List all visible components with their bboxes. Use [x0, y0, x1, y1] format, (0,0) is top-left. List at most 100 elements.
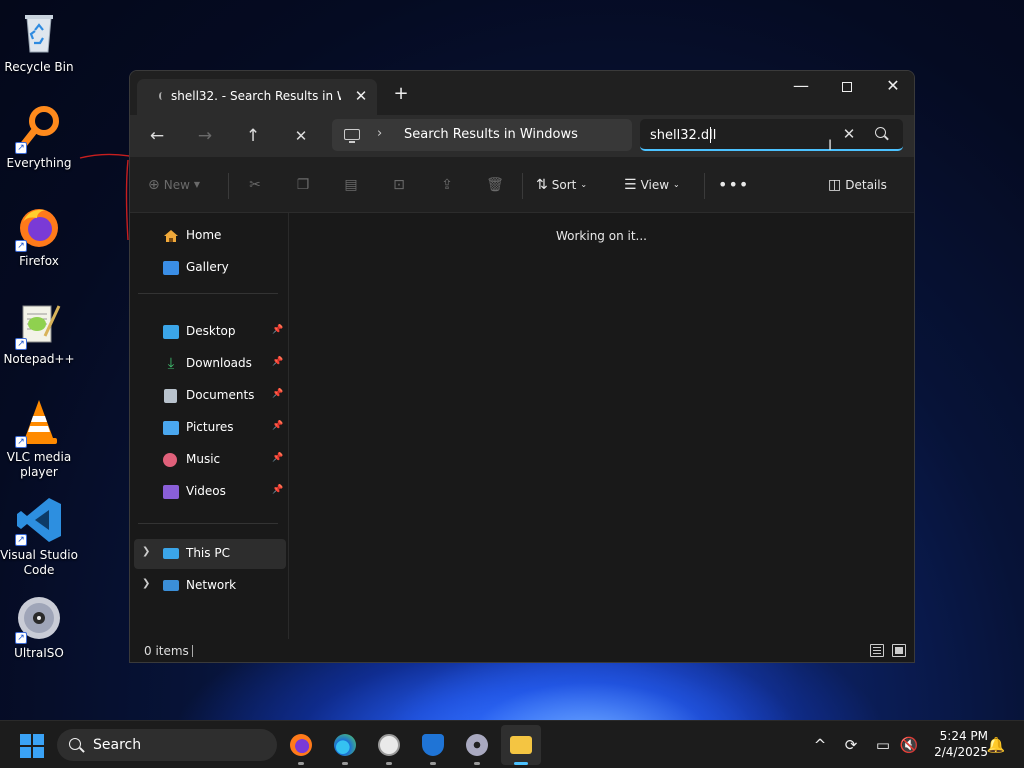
plus-circle-icon: ⊕ — [148, 177, 160, 193]
breadcrumb[interactable]: › Search Results in Windows — [332, 119, 632, 151]
desktop-icon-firefox[interactable]: ↗ Firefox — [0, 202, 78, 269]
back-button[interactable]: ← — [142, 121, 172, 151]
status-bar: 0 items — [130, 639, 914, 662]
chevron-up-icon: ^ — [813, 736, 827, 754]
new-tab-button[interactable]: + — [390, 83, 412, 105]
system-clock[interactable]: 5:24 PM 2/4/2025 — [924, 728, 988, 760]
taskbar-clock-app[interactable] — [369, 725, 409, 765]
chevron-right-icon[interactable]: ❯ — [142, 546, 150, 557]
start-button[interactable] — [20, 734, 44, 758]
taskbar: Search ^ ⟳ ▭ 🔇 5:24 PM 2/4/2025 🔔 — [0, 720, 1024, 768]
desktop-icon-recycle-bin[interactable]: Recycle Bin — [0, 8, 78, 75]
nav-item-music[interactable]: Music 📌 — [134, 445, 286, 475]
view-button[interactable]: ☰ View ⌄ — [624, 171, 680, 199]
paste-button[interactable]: ▤ — [340, 171, 362, 199]
notification-bell-icon[interactable]: 🔔 — [986, 733, 1006, 757]
desktop-icon-label: Everything — [6, 156, 72, 170]
new-button[interactable]: ⊕ New ▼ — [148, 171, 200, 199]
nav-item-downloads[interactable]: ⤓ Downloads 📌 — [134, 349, 286, 379]
large-icons-view-icon[interactable] — [892, 644, 906, 657]
desktop-icon-label: Firefox — [19, 254, 59, 268]
breadcrumb-item[interactable]: Search Results in Windows — [404, 127, 578, 142]
nav-item-desktop[interactable]: Desktop 📌 — [134, 317, 286, 347]
chevron-right-icon[interactable]: › — [377, 126, 382, 141]
toolbar-separator — [522, 173, 523, 199]
cut-button[interactable]: ✂ — [244, 171, 266, 199]
vlc-icon: ↗ — [15, 398, 63, 448]
sort-button[interactable]: ⇅ Sort ⌄ — [536, 171, 587, 199]
windows-logo-tile — [33, 734, 44, 745]
running-indicator — [386, 762, 392, 765]
nav-divider — [138, 523, 278, 524]
delete-button[interactable]: 🗑 — [484, 171, 506, 199]
stop-loading-button[interactable]: ✕ — [286, 121, 316, 151]
running-indicator — [430, 762, 436, 765]
desktop-icon-label: UltraISO — [14, 646, 64, 660]
share-button[interactable]: ⇪ — [436, 171, 458, 199]
copy-button[interactable]: ❐ — [292, 171, 314, 199]
nav-item-gallery[interactable]: Gallery — [134, 253, 286, 283]
search-icon[interactable] — [875, 127, 886, 138]
nav-item-network[interactable]: ❯ Network — [134, 571, 286, 601]
notepadpp-icon: ↗ — [15, 300, 63, 350]
volume-muted-icon[interactable]: 🔇 — [898, 733, 920, 757]
list-view-icon: ☰ — [624, 177, 637, 193]
forward-button[interactable]: → — [190, 121, 220, 151]
chevron-right-icon[interactable]: ❯ — [142, 578, 150, 589]
shield-icon — [422, 734, 444, 756]
desktop-icon-label: Notepad++ — [3, 352, 75, 366]
title-bar: shell32. - Search Results in Wir ✕ + — ✕ — [130, 71, 914, 115]
windows-logo-tile — [20, 747, 31, 758]
desktop-icon-vlc[interactable]: ↗ VLC media player — [0, 398, 78, 480]
search-box[interactable]: ✕ — [640, 119, 903, 151]
show-hidden-icons-button[interactable]: ^ — [810, 733, 830, 757]
more-options-button[interactable]: ••• — [718, 171, 748, 199]
close-window-button[interactable]: ✕ — [870, 71, 914, 103]
desktop-icon-notepadpp[interactable]: ↗ Notepad++ — [0, 300, 78, 367]
sync-status-icon[interactable]: ⟳ — [840, 733, 862, 757]
trash-icon: 🗑 — [486, 177, 504, 193]
clear-search-icon[interactable]: ✕ — [838, 123, 860, 145]
taskbar-file-explorer[interactable] — [501, 725, 541, 765]
rename-button[interactable]: ⊡ — [388, 171, 410, 199]
nav-item-home[interactable]: Home — [134, 221, 286, 251]
tab-search-results[interactable]: shell32. - Search Results in Wir ✕ — [137, 79, 377, 115]
search-input[interactable] — [650, 125, 830, 145]
taskbar-firefox[interactable] — [281, 725, 321, 765]
shortcut-arrow-icon: ↗ — [15, 142, 27, 154]
copy-icon: ❐ — [296, 177, 310, 193]
nav-item-pictures[interactable]: Pictures 📌 — [134, 413, 286, 443]
folder-icon — [510, 736, 532, 754]
nav-item-videos[interactable]: Videos 📌 — [134, 477, 286, 507]
item-count: 0 items — [144, 644, 189, 658]
file-list-area[interactable]: Working on it... — [289, 213, 914, 639]
pictures-icon — [163, 421, 179, 435]
details-view-icon[interactable] — [870, 644, 884, 657]
recycle-bin-icon — [15, 8, 63, 56]
windows-logo-tile — [33, 747, 44, 758]
taskbar-security[interactable] — [413, 725, 453, 765]
desktop-icon-everything[interactable]: ↗ Everything — [0, 104, 78, 171]
maximize-icon — [842, 81, 852, 92]
videos-icon — [163, 485, 179, 499]
nav-item-documents[interactable]: Documents 📌 — [134, 381, 286, 411]
home-icon — [163, 229, 179, 243]
minimize-button[interactable]: — — [778, 71, 824, 103]
details-pane-button[interactable]: ◫ Details — [828, 171, 887, 199]
taskbar-ultraiso[interactable] — [457, 725, 497, 765]
more-dots-icon: ••• — [718, 175, 750, 194]
firefox-icon — [290, 734, 312, 756]
clock-time: 5:24 PM — [939, 729, 988, 743]
gallery-icon — [163, 261, 179, 275]
nav-item-this-pc[interactable]: ❯ This PC — [134, 539, 286, 569]
network-status-icon[interactable]: ▭ — [872, 733, 894, 757]
tab-close-icon[interactable]: ✕ — [351, 86, 371, 106]
taskbar-search[interactable]: Search — [57, 729, 277, 761]
shortcut-arrow-icon: ↗ — [15, 534, 27, 546]
maximize-button[interactable] — [824, 71, 870, 103]
taskbar-edge[interactable] — [325, 725, 365, 765]
up-button[interactable]: ↑ — [238, 121, 268, 151]
desktop-icon-ultraiso[interactable]: ↗ UltraISO — [0, 594, 78, 661]
desktop-folder-icon — [163, 325, 179, 339]
desktop-icon-vscode[interactable]: ↗ Visual Studio Code — [0, 496, 78, 578]
